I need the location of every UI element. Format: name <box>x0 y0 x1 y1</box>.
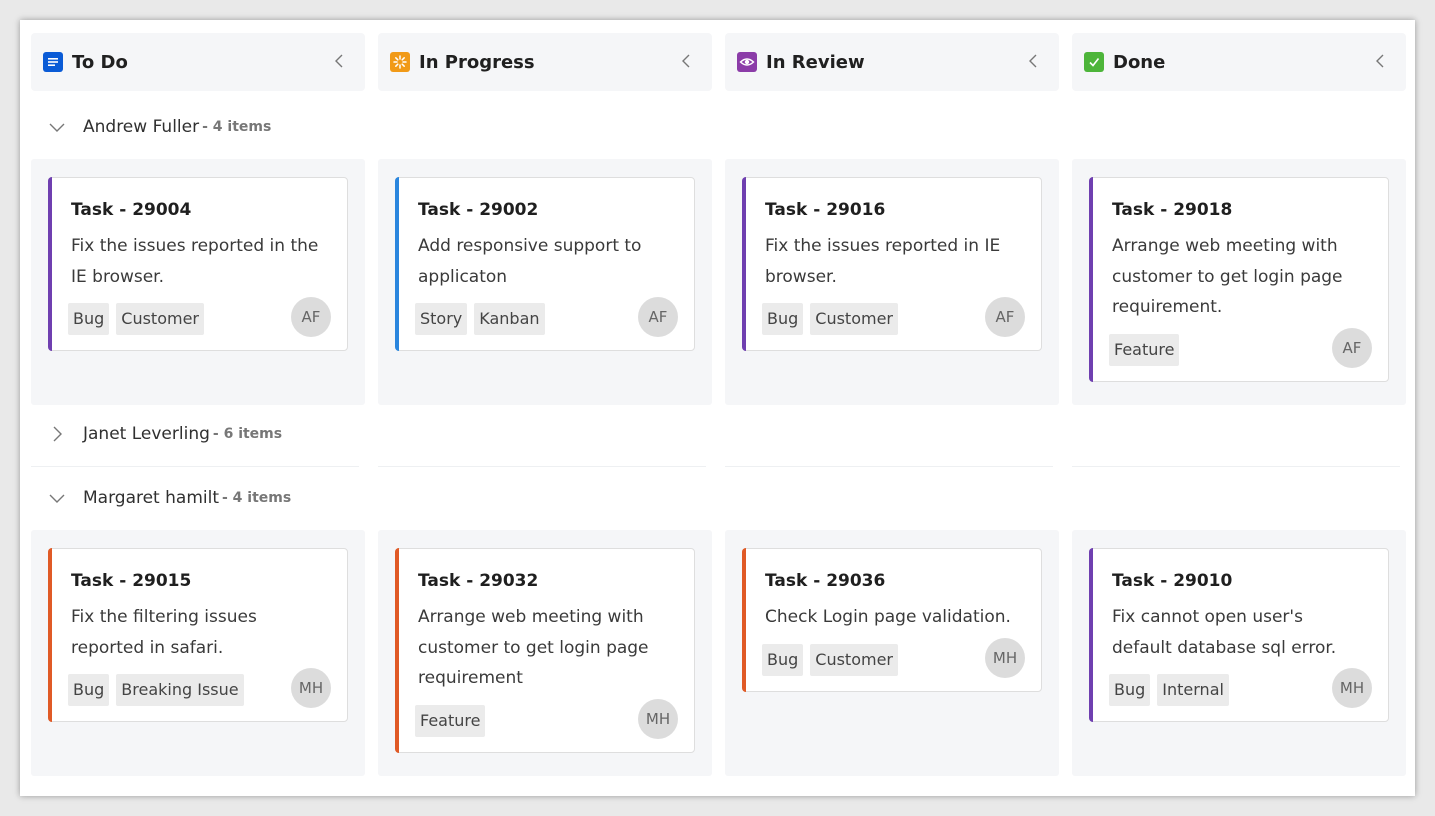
tag: Feature <box>1109 333 1180 366</box>
column-title: In Review <box>766 51 865 73</box>
column-header-in-review: In Review <box>725 33 1059 91</box>
card-footer: Feature AF <box>1109 327 1388 368</box>
divider <box>378 466 706 467</box>
card-footer: Bug Internal MH <box>1109 668 1388 708</box>
divider <box>31 466 359 467</box>
avatar[interactable]: MH <box>985 637 1025 678</box>
card-description: Check Login page validation. <box>765 607 1011 627</box>
column-title: Done <box>1113 51 1166 73</box>
swimlane-name: Janet Leverling <box>83 424 210 444</box>
swimlane-item-count: - 6 items <box>212 426 283 442</box>
tag: Internal <box>1157 674 1229 706</box>
swimlane-item-count: - 4 items <box>222 490 292 506</box>
tag: Breaking Issue <box>116 674 244 706</box>
tag: Bug <box>762 303 804 335</box>
task-card[interactable]: Task - 29016 Fix the issues reported in … <box>742 177 1042 351</box>
column-header-to-do: To Do <box>31 33 365 91</box>
tag: Bug <box>68 674 110 706</box>
card-title: Task - 29032 <box>418 571 539 591</box>
card-title: Task - 29016 <box>765 200 886 220</box>
avatar[interactable]: AF <box>638 297 678 337</box>
swimlane-header-janet-leverling[interactable]: Janet Leverling - 6 items <box>45 420 282 448</box>
column-title: In Progress <box>419 51 535 73</box>
tag: Customer <box>810 643 898 676</box>
task-card[interactable]: Task - 29018 Arrange web meeting with cu… <box>1089 177 1389 382</box>
chevron-right-icon[interactable] <box>45 422 69 446</box>
avatar[interactable]: MH <box>638 698 678 739</box>
card-description: Fix cannot open user's default database … <box>1112 607 1337 658</box>
collapse-column-chevron-left-icon[interactable] <box>674 49 698 73</box>
card-title: Task - 29015 <box>71 571 192 591</box>
tag: Bug <box>68 303 110 335</box>
card-footer: Feature MH <box>415 698 694 739</box>
collapse-column-chevron-left-icon[interactable] <box>1368 49 1392 73</box>
tag: Bug <box>1109 674 1151 706</box>
swimlane-name: Andrew Fuller <box>83 117 200 137</box>
swimlane-item-count: - 4 items <box>202 119 272 135</box>
task-card[interactable]: Task - 29036 Check Login page validation… <box>742 548 1042 692</box>
task-card[interactable]: Task - 29015 Fix the filtering issues re… <box>48 548 348 722</box>
card-description: Add responsive support to applicaton <box>418 236 642 287</box>
eye-icon <box>737 52 757 72</box>
task-card[interactable]: Task - 29010 Fix cannot open user's defa… <box>1089 548 1389 722</box>
card-title: Task - 29018 <box>1112 200 1233 220</box>
swimlane-header-margaret-hamilt[interactable]: Margaret hamilt - 4 items <box>45 484 291 512</box>
task-card[interactable]: Task - 29004 Fix the issues reported in … <box>48 177 348 351</box>
collapse-column-chevron-left-icon[interactable] <box>327 49 351 73</box>
sunburst-icon <box>390 52 410 72</box>
swimlane-header-andrew-fuller[interactable]: Andrew Fuller - 4 items <box>45 113 271 141</box>
card-footer: Bug Customer MH <box>762 637 1041 678</box>
card-title: Task - 29004 <box>71 200 192 220</box>
chevron-down-icon[interactable] <box>45 486 69 510</box>
avatar[interactable]: AF <box>291 297 331 337</box>
card-footer: Bug Customer AF <box>68 297 347 337</box>
card-footer: Bug Customer AF <box>762 297 1041 337</box>
kanban-board: To Do In Progress In Review Done Andrew … <box>20 20 1415 796</box>
card-footer: Story Kanban AF <box>415 297 694 337</box>
column-title: To Do <box>72 51 128 73</box>
column-header-done: Done <box>1072 33 1406 91</box>
swimlane-name: Margaret hamilt <box>83 488 219 508</box>
task-card[interactable]: Task - 29002 Add responsive support to a… <box>395 177 695 351</box>
card-description: Fix the filtering issues reported in saf… <box>71 607 257 658</box>
avatar[interactable]: AF <box>985 297 1025 337</box>
checkmark-icon <box>1084 52 1104 72</box>
document-list-icon <box>43 52 63 72</box>
tag: Bug <box>762 643 804 676</box>
card-description: Fix the issues reported in IE browser. <box>765 236 1001 287</box>
chevron-down-icon[interactable] <box>45 115 69 139</box>
tag: Feature <box>415 704 486 737</box>
card-description: Fix the issues reported in the IE browse… <box>71 236 319 287</box>
card-footer: Bug Breaking Issue MH <box>68 668 347 708</box>
card-description: Arrange web meeting with customer to get… <box>418 607 649 688</box>
task-card[interactable]: Task - 29032 Arrange web meeting with cu… <box>395 548 695 753</box>
column-header-in-progress: In Progress <box>378 33 712 91</box>
divider <box>725 466 1053 467</box>
tag: Story <box>415 303 468 335</box>
collapse-column-chevron-left-icon[interactable] <box>1021 49 1045 73</box>
divider <box>1072 466 1400 467</box>
tag: Customer <box>116 303 204 335</box>
card-title: Task - 29036 <box>765 571 886 591</box>
card-title: Task - 29010 <box>1112 571 1233 591</box>
card-description: Arrange web meeting with customer to get… <box>1112 236 1343 317</box>
avatar[interactable]: MH <box>1332 668 1372 708</box>
tag: Customer <box>810 303 898 335</box>
tag: Kanban <box>474 303 545 335</box>
avatar[interactable]: MH <box>291 668 331 708</box>
card-title: Task - 29002 <box>418 200 539 220</box>
avatar[interactable]: AF <box>1332 327 1372 368</box>
